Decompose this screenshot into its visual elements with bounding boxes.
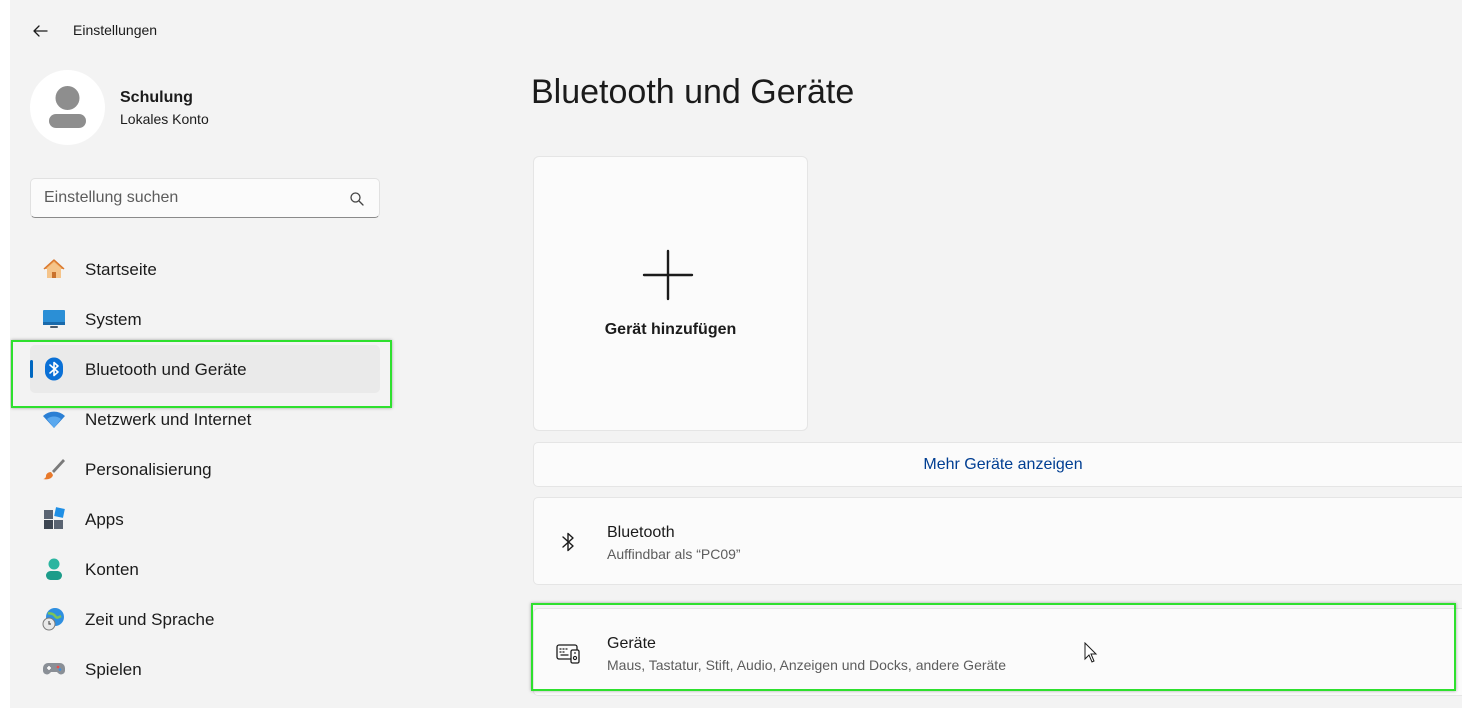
- brush-icon: [43, 459, 65, 480]
- more-devices-label: Mehr Geräte anzeigen: [923, 455, 1083, 473]
- avatar[interactable]: [30, 70, 105, 145]
- sidebar-item-spielen[interactable]: Spielen: [30, 645, 380, 693]
- sidebar-item-zeit-sprache[interactable]: Zeit und Sprache: [30, 595, 380, 643]
- sidebar-nav: Startseite System Bluetooth und Geräte N…: [30, 245, 380, 695]
- sidebar-item-label: System: [85, 310, 142, 329]
- profile-name: Schulung: [120, 89, 193, 106]
- settings-window: Einstellungen Schulung Lokales Konto Sta…: [10, 0, 1462, 708]
- sidebar-item-label: Personalisierung: [85, 460, 212, 479]
- sidebar-item-label: Konten: [85, 560, 139, 579]
- home-icon: [43, 259, 65, 278]
- bluetooth-row[interactable]: Bluetooth Auffindbar als “PC09”: [533, 497, 1462, 585]
- devices-row-title: Geräte: [607, 635, 656, 652]
- search-input[interactable]: [31, 179, 379, 217]
- active-indicator: [30, 360, 33, 378]
- sidebar-item-netzwerk[interactable]: Netzwerk und Internet: [30, 395, 380, 443]
- sidebar-item-label: Netzwerk und Internet: [85, 410, 252, 429]
- search-box: [30, 178, 380, 218]
- sidebar-item-label: Zeit und Sprache: [85, 610, 215, 629]
- sidebar-item-apps[interactable]: Apps: [30, 495, 380, 543]
- app-title: Einstellungen: [73, 22, 158, 38]
- sidebar-item-startseite[interactable]: Startseite: [30, 245, 380, 293]
- mouse-cursor-icon: [1084, 642, 1098, 663]
- sidebar-item-system[interactable]: System: [30, 295, 380, 343]
- devices-row[interactable]: Geräte Maus, Tastatur, Stift, Audio, Anz…: [533, 608, 1462, 696]
- title-bar: Einstellungen: [10, 0, 1462, 60]
- search-icon[interactable]: [349, 191, 365, 207]
- apps-icon: [44, 507, 65, 529]
- more-devices-button[interactable]: Mehr Geräte anzeigen: [533, 442, 1462, 487]
- user-icon: [49, 86, 86, 128]
- bluetooth-row-title: Bluetooth: [607, 524, 675, 541]
- back-arrow-icon: [33, 25, 48, 37]
- devices-icon: [556, 644, 580, 664]
- gamepad-icon: [43, 663, 65, 675]
- bluetooth-icon: [45, 357, 63, 381]
- sidebar-item-label: Apps: [85, 510, 124, 529]
- sidebar-item-personalisierung[interactable]: Personalisierung: [30, 445, 380, 493]
- bluetooth-row-subtitle: Auffindbar als “PC09”: [607, 546, 741, 562]
- devices-row-subtitle: Maus, Tastatur, Stift, Audio, Anzeigen u…: [607, 657, 1006, 673]
- sidebar-item-konten[interactable]: Konten: [30, 545, 380, 593]
- monitor-icon: [43, 310, 65, 328]
- sidebar-item-label: Spielen: [85, 660, 142, 679]
- sidebar-item-label: Bluetooth und Geräte: [85, 360, 247, 379]
- add-device-button[interactable]: Gerät hinzufügen: [533, 156, 808, 431]
- page-title: Bluetooth und Geräte: [531, 73, 855, 111]
- sidebar-item-bluetooth[interactable]: Bluetooth und Geräte: [30, 345, 380, 393]
- back-button[interactable]: [24, 16, 56, 46]
- plus-icon: [642, 249, 694, 301]
- bluetooth-icon: [562, 532, 574, 552]
- add-device-label: Gerät hinzufügen: [604, 321, 737, 338]
- globe-clock-icon: [42, 608, 64, 631]
- wifi-icon: [43, 411, 65, 428]
- profile-account-type: Lokales Konto: [120, 111, 209, 127]
- person-icon: [46, 558, 62, 580]
- sidebar-item-label: Startseite: [85, 260, 157, 279]
